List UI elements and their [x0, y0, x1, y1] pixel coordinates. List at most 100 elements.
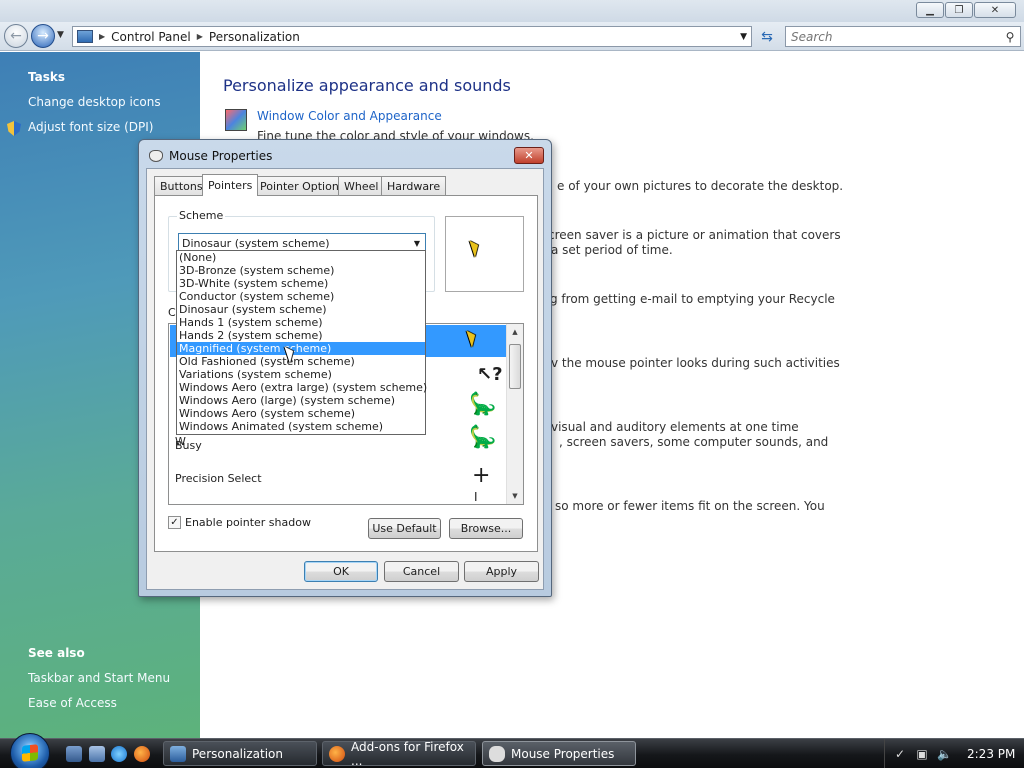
scroll-down-icon[interactable]: ▼	[507, 488, 523, 504]
scheme-dropdown-list[interactable]: (None) 3D-Bronze (system scheme) 3D-White …	[176, 250, 427, 435]
display-settings-desc: so more or fewer items fit on the screen…	[555, 499, 825, 513]
search-input[interactable]	[786, 29, 1000, 44]
breadcrumb-personalization[interactable]: Personalization	[209, 30, 300, 44]
tab-pointers[interactable]: Pointers	[202, 174, 259, 196]
tab-hardware[interactable]: Hardware	[381, 176, 447, 195]
scheme-option[interactable]: Windows Animated (system scheme)	[177, 420, 425, 433]
taskbar-item-mouse-properties[interactable]: Mouse Properties	[482, 741, 636, 766]
adjust-font-size-link[interactable]: Adjust font size (DPI)	[28, 120, 153, 134]
search-box[interactable]: ⚲	[785, 26, 1021, 47]
scheme-option[interactable]: Hands 1 (system scheme)	[177, 316, 425, 329]
dinosaur-busy-icon: 🦕	[469, 425, 497, 450]
dialog-title: Mouse Properties	[169, 149, 273, 163]
mouse-icon	[149, 150, 163, 162]
control-panel-icon	[77, 30, 93, 43]
see-also-heading: See also	[28, 646, 85, 660]
scheme-option[interactable]: Dinosaur (system scheme)	[177, 303, 425, 316]
scheme-label: Scheme	[177, 209, 226, 222]
use-default-button[interactable]: Use Default	[368, 518, 441, 539]
scheme-option[interactable]: Windows Aero (extra large) (system schem…	[177, 381, 427, 394]
taskbar-item-personalization[interactable]: Personalization	[163, 741, 317, 766]
taskbar-item-label: Add-ons for Firefox ...	[351, 739, 464, 768]
breadcrumb-control-panel[interactable]: Control Panel	[111, 30, 191, 44]
theme-desc-line1: visual and auditory elements at one time	[551, 420, 799, 434]
checkbox-box[interactable]: ✓	[168, 516, 181, 529]
notification-area: ✓ ▣ 🔈 2:23 PM	[884, 739, 1024, 768]
screen-saver-desc-line2: a set period of time.	[551, 243, 673, 257]
back-button[interactable]: ←	[4, 24, 28, 48]
text-select-icon: I	[474, 490, 478, 504]
preview-arrow-icon	[469, 238, 482, 258]
tasks-heading: Tasks	[28, 70, 66, 84]
scheme-option[interactable]: Variations (system scheme)	[177, 368, 425, 381]
mouse-icon	[489, 745, 505, 762]
scheme-option[interactable]: Old Fashioned (system scheme)	[177, 355, 425, 368]
scheme-option[interactable]: Windows Aero (system scheme)	[177, 407, 425, 420]
desktop-background-desc: e of your own pictures to decorate the d…	[557, 179, 844, 193]
breadcrumb-separator-icon[interactable]: ▶	[99, 32, 105, 41]
tab-pointer-options[interactable]: Pointer Options	[254, 176, 351, 195]
scheme-option[interactable]: (None)	[177, 251, 425, 264]
list-item-busy: Busy	[175, 439, 202, 452]
firefox-icon[interactable]	[134, 746, 150, 762]
ok-button[interactable]: OK	[304, 561, 378, 582]
tab-buttons[interactable]: Buttons	[154, 176, 209, 195]
taskbar-start-menu-link[interactable]: Taskbar and Start Menu	[28, 671, 170, 685]
scheme-option[interactable]: 3D-White (system scheme)	[177, 277, 425, 290]
switch-windows-icon[interactable]	[89, 746, 105, 762]
taskbar-item-firefox[interactable]: Add-ons for Firefox ...	[322, 739, 476, 768]
mouse-pointers-desc: v the mouse pointer looks during such ac…	[551, 356, 840, 370]
scheme-option[interactable]: Hands 2 (system scheme)	[177, 329, 425, 342]
address-dropdown-icon[interactable]: ▼	[740, 32, 747, 42]
clock[interactable]: 2:23 PM	[967, 747, 1015, 761]
enable-pointer-shadow-checkbox[interactable]: ✓ Enable pointer shadow	[168, 516, 311, 529]
window-color-link[interactable]: Window Color and Appearance	[257, 109, 442, 123]
scheme-option[interactable]: Magnified (system scheme)	[177, 342, 425, 355]
maximize-button[interactable]: ❐	[945, 2, 973, 18]
theme-desc-line2: , screen savers, some computer sounds, a…	[559, 435, 829, 449]
scheme-select-value: Dinosaur (system scheme)	[182, 236, 330, 250]
dinosaur-working-icon: 🦕	[469, 392, 497, 417]
refresh-icon[interactable]: ⇆	[756, 27, 778, 47]
scroll-up-icon[interactable]: ▲	[507, 324, 523, 340]
scheme-option[interactable]: Windows Aero (large) (system scheme)	[177, 394, 425, 407]
change-desktop-icons-link[interactable]: Change desktop icons	[28, 95, 161, 109]
window-caption-buttons: ▁ ❐ ✕	[916, 2, 1016, 18]
pointer-preview	[445, 216, 524, 292]
taskbar-item-label: Mouse Properties	[511, 746, 615, 761]
apply-button[interactable]: Apply	[464, 561, 539, 582]
address-toolbar: ← → ▼ ▶ Control Panel ▶ Personalization …	[0, 22, 1024, 51]
network-icon[interactable]: ▣	[915, 747, 929, 761]
dialog-close-button[interactable]: ✕	[514, 147, 544, 164]
recent-pages-dropdown[interactable]: ▼	[57, 30, 64, 40]
close-button[interactable]: ✕	[974, 2, 1016, 18]
breadcrumb-separator-icon[interactable]: ▶	[197, 32, 203, 41]
screen-saver-desc-line1: creen saver is a picture or animation th…	[548, 228, 841, 242]
cancel-button[interactable]: Cancel	[384, 561, 459, 582]
scroll-thumb[interactable]	[509, 344, 521, 389]
start-button[interactable]	[10, 733, 50, 768]
sounds-desc: g from getting e-mail to emptying your R…	[550, 292, 835, 306]
scheme-option[interactable]: 3D-Bronze (system scheme)	[177, 264, 425, 277]
network-check-icon[interactable]: ✓	[893, 747, 907, 761]
forward-button[interactable]: →	[31, 24, 55, 48]
address-bar[interactable]: ▶ Control Panel ▶ Personalization ▼	[72, 26, 752, 47]
scheme-option[interactable]: Conductor (system scheme)	[177, 290, 425, 303]
control-panel-icon	[170, 745, 186, 762]
window-color-icon[interactable]	[225, 109, 247, 131]
chevron-down-icon[interactable]: ▼	[409, 239, 425, 248]
dialog-titlebar: Mouse Properties	[149, 149, 272, 163]
crosshair-icon: +	[472, 463, 491, 488]
explorer-titlebar: ▁ ❐ ✕	[0, 0, 1024, 22]
search-icon[interactable]: ⚲	[1000, 30, 1020, 44]
page-title: Personalize appearance and sounds	[223, 76, 511, 95]
minimize-button[interactable]: ▁	[916, 2, 944, 18]
cursor-list-scrollbar[interactable]: ▲ ▼	[506, 324, 523, 504]
tab-wheel[interactable]: Wheel	[338, 176, 385, 195]
ease-of-access-link[interactable]: Ease of Access	[28, 696, 117, 710]
volume-icon[interactable]: 🔈	[937, 747, 952, 761]
browse-button[interactable]: Browse...	[449, 518, 523, 539]
help-select-icon: ↖?	[477, 364, 503, 385]
internet-explorer-icon[interactable]	[111, 746, 127, 762]
show-desktop-icon[interactable]	[66, 746, 82, 762]
